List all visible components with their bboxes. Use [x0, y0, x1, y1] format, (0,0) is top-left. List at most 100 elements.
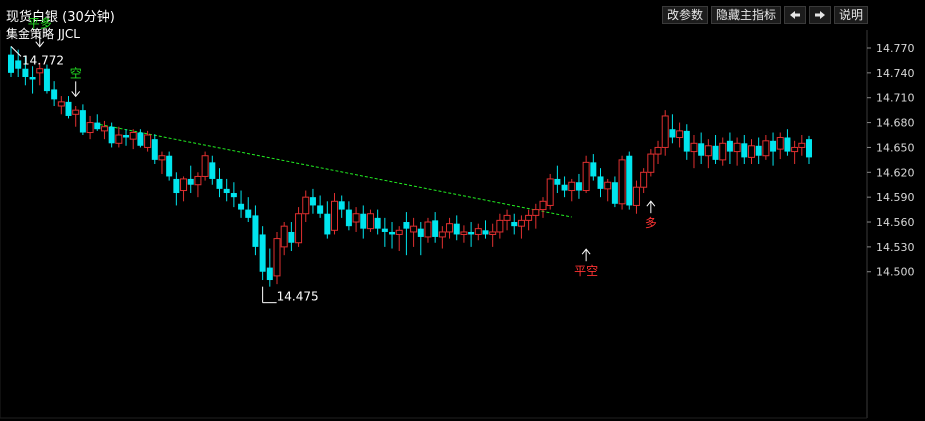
candle: [474, 223, 482, 241]
candle: [252, 205, 259, 256]
candle: [137, 129, 144, 148]
candle-body: [496, 219, 504, 233]
candle: [151, 134, 158, 165]
candle-body: [295, 213, 303, 244]
candle-body: [532, 209, 540, 216]
candle: [704, 139, 712, 169]
candle-body: [245, 209, 252, 218]
candle-body: [273, 238, 281, 277]
candle-body: [683, 130, 690, 152]
candle: [517, 215, 525, 239]
candle: [417, 222, 424, 256]
candle-body: [22, 68, 29, 78]
candle: [338, 195, 345, 218]
candle: [676, 122, 684, 148]
candle-body: [489, 231, 497, 235]
candle-body: [417, 228, 424, 237]
candle-body: [29, 77, 36, 80]
candle-body: [238, 203, 245, 210]
candle: [733, 137, 741, 166]
candle-body: [590, 162, 597, 177]
candle: [532, 203, 540, 229]
signal-buy-label: 平空: [574, 264, 598, 278]
candle: [245, 197, 252, 223]
y-tick-label: 14.590: [876, 191, 915, 204]
candle-body: [180, 178, 188, 192]
candle: [661, 110, 669, 156]
candle-body: [360, 213, 367, 229]
signal-sell-label: 空: [70, 66, 82, 80]
candle: [410, 217, 418, 247]
candle-body: [123, 135, 130, 138]
candle-body: [762, 140, 770, 157]
candle-body: [403, 222, 410, 229]
signal-buy-label: 多: [645, 216, 657, 230]
candle-body: [72, 109, 80, 115]
candle-body: [561, 184, 568, 191]
candle: [611, 176, 618, 208]
y-tick-label: 14.560: [876, 216, 915, 229]
candle: [762, 135, 770, 160]
candle: [669, 114, 676, 144]
candle: [698, 132, 705, 165]
candle-body: [144, 134, 152, 148]
candle: [741, 135, 748, 165]
candle: [51, 81, 58, 107]
candle-body: [389, 231, 396, 235]
candle: [366, 209, 374, 232]
candle: [432, 212, 439, 243]
y-tick-label: 14.650: [876, 141, 915, 154]
candle-body: [747, 145, 755, 158]
candle-body: [741, 143, 748, 158]
candle: [561, 176, 568, 198]
candle: [230, 182, 237, 208]
candle-body: [158, 155, 166, 161]
candle-body: [517, 219, 525, 227]
candle: [395, 226, 403, 252]
candle-body: [79, 110, 86, 133]
candle: [180, 176, 188, 202]
candle-body: [288, 231, 295, 243]
candle-body: [733, 142, 741, 153]
candle: [776, 132, 784, 160]
candle: [259, 226, 266, 281]
candle: [482, 220, 489, 239]
candle-body: [51, 89, 58, 100]
candle-body: [381, 228, 388, 232]
candle-body: [539, 200, 547, 211]
y-tick-label: 14.530: [876, 241, 915, 254]
candle: [115, 126, 123, 148]
candle-body: [712, 145, 719, 160]
candle: [352, 207, 360, 232]
candle: [201, 151, 209, 181]
candle-body: [395, 229, 403, 235]
candle-body: [8, 54, 14, 73]
candle: [216, 168, 223, 198]
candle-body: [209, 162, 216, 179]
candle-body: [611, 182, 618, 204]
candle: [79, 104, 86, 136]
candle-body: [280, 225, 288, 248]
candle-body: [784, 137, 791, 152]
candle-body: [798, 142, 806, 148]
candle: [65, 96, 72, 119]
candle-body: [597, 176, 604, 189]
candle: [57, 96, 65, 115]
candle-body: [669, 129, 676, 138]
candle-body: [424, 221, 432, 238]
candle: [223, 178, 230, 202]
candle-body: [468, 231, 475, 235]
candle-body: [647, 153, 655, 173]
candle: [123, 129, 130, 146]
y-tick-label: 14.710: [876, 92, 915, 105]
candle-body: [604, 181, 612, 190]
candle: [309, 188, 316, 214]
candle-body: [453, 223, 460, 235]
candle: [575, 173, 582, 199]
candle: [324, 201, 331, 239]
candle-body: [676, 130, 684, 138]
candle: [29, 66, 36, 94]
candle: [647, 149, 655, 177]
candle: [108, 122, 115, 148]
candle-body: [726, 140, 733, 152]
